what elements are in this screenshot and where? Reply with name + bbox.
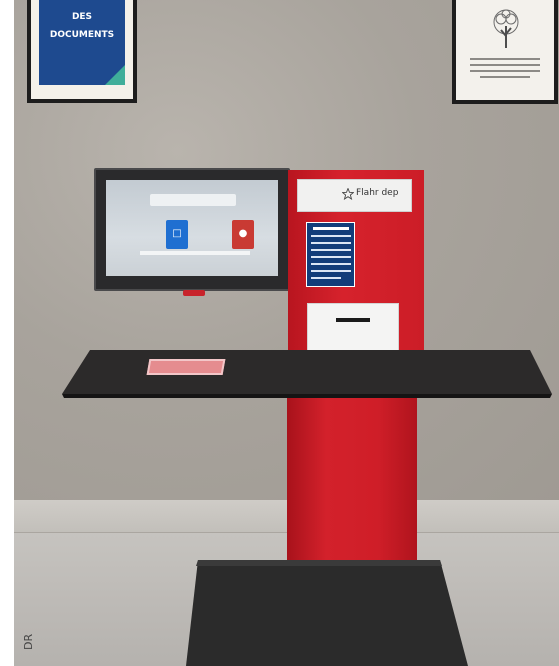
framed-poster-right [452,0,558,104]
kiosk-instruction-panel [306,222,355,287]
kiosk-floor-plate [186,560,468,666]
monitor-screen: □ ● [106,180,278,276]
desk-reading-mat [146,359,226,375]
screen-header-bar [150,194,236,206]
poster-left-line2: DOCUMENTS [49,30,115,40]
tree-illustration-icon [493,9,519,48]
screen-tile-red: ● [232,220,254,249]
instruction-line [311,249,351,251]
document-icon: □ [172,228,182,239]
kiosk-brand-plate: Flahr dep [297,179,412,212]
instruction-line [311,235,351,237]
poster-left-line1: DES [71,12,93,22]
receipt-slot [336,318,370,322]
framed-poster-left: DES DOCUMENTS [27,0,137,103]
person-icon: ● [238,228,248,239]
instruction-line [311,270,351,272]
poster-left-teal-accent [95,55,125,85]
photo-credit: DR [22,633,35,650]
monitor-indicator-light [183,290,205,296]
instruction-line [311,256,351,258]
kiosk-brand-name: Flahr dep [356,188,399,198]
instruction-line [311,263,351,265]
touchscreen-monitor: □ ● [94,168,290,291]
kiosk-pillar [287,398,417,584]
photograph: DES DOCUMENTS □ ● Flahr dep DR [0,0,559,666]
screen-shelf [140,251,250,255]
instruction-line [311,277,341,279]
instruction-line [311,242,351,244]
image-border [0,0,14,666]
poster-right-caption-lines [470,58,540,82]
star-logo-icon [342,188,354,200]
instruction-heading [313,227,349,230]
kiosk-desk-top [62,350,552,398]
screen-tile-blue: □ [166,220,188,249]
poster-left-artwork: DES DOCUMENTS [39,0,125,85]
